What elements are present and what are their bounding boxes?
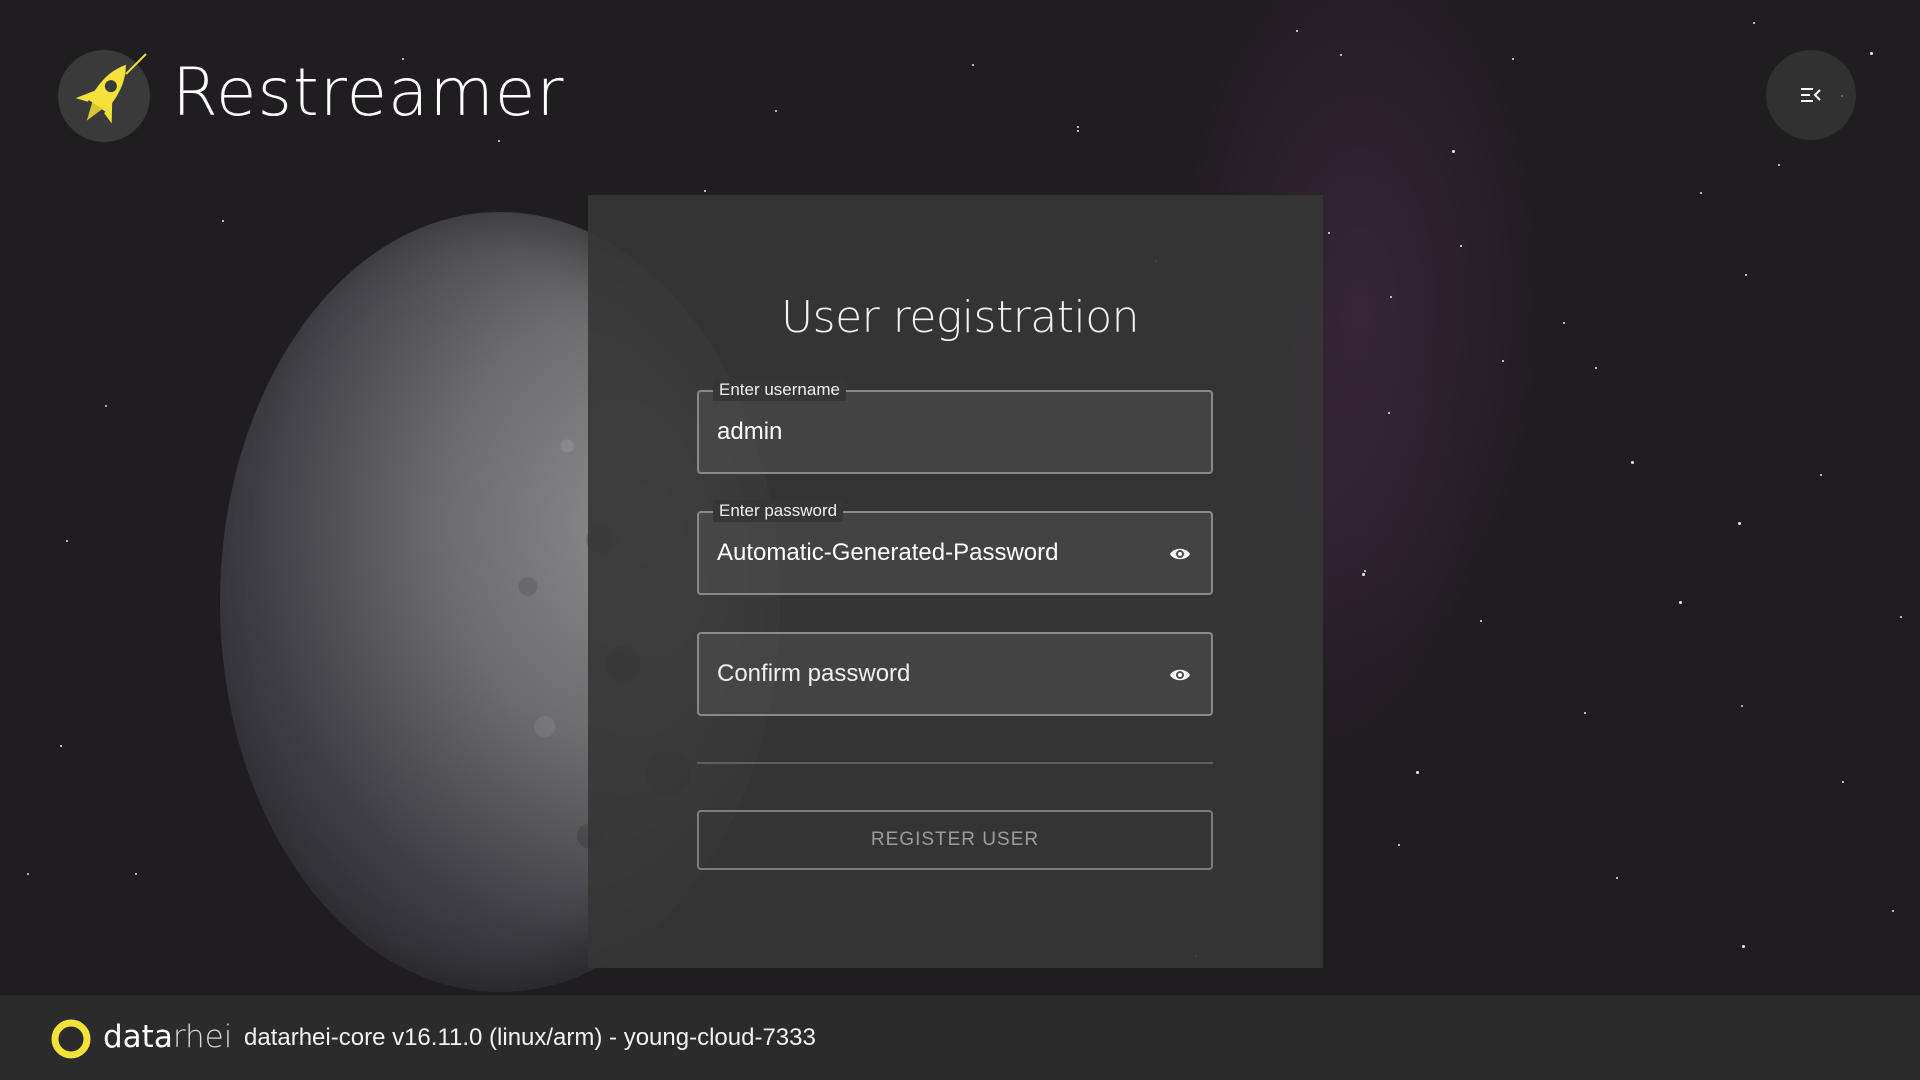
password-field-container: Enter password xyxy=(697,500,1213,595)
footer: datarhei datarhei-core v16.11.0 (linux/a… xyxy=(0,995,1920,1080)
app-title: Restreamer xyxy=(172,54,565,131)
username-input[interactable] xyxy=(717,392,1137,472)
eye-icon[interactable] xyxy=(1169,664,1191,686)
brand-light-text: rhei xyxy=(172,1019,233,1055)
form-divider xyxy=(697,762,1213,764)
restreamer-logo xyxy=(58,50,150,142)
brand-bold-text: data xyxy=(103,1019,173,1055)
confirm-password-field-container xyxy=(697,632,1213,716)
username-field-container: Enter username xyxy=(697,379,1213,474)
confirm-password-input[interactable] xyxy=(717,634,1137,714)
datarhei-logo-icon xyxy=(51,1019,91,1059)
menu-button[interactable] xyxy=(1766,50,1856,140)
page-title: User registration xyxy=(780,292,1140,343)
menu-collapse-icon xyxy=(1801,88,1821,102)
eye-icon[interactable] xyxy=(1169,543,1191,565)
rocket-icon xyxy=(75,53,147,124)
register-user-button[interactable]: REGISTER USER xyxy=(697,810,1213,870)
password-input[interactable] xyxy=(717,513,1137,593)
datarhei-brand: datarhei xyxy=(103,1017,232,1057)
core-version-text: datarhei-core v16.11.0 (linux/arm) - you… xyxy=(244,1024,816,1051)
